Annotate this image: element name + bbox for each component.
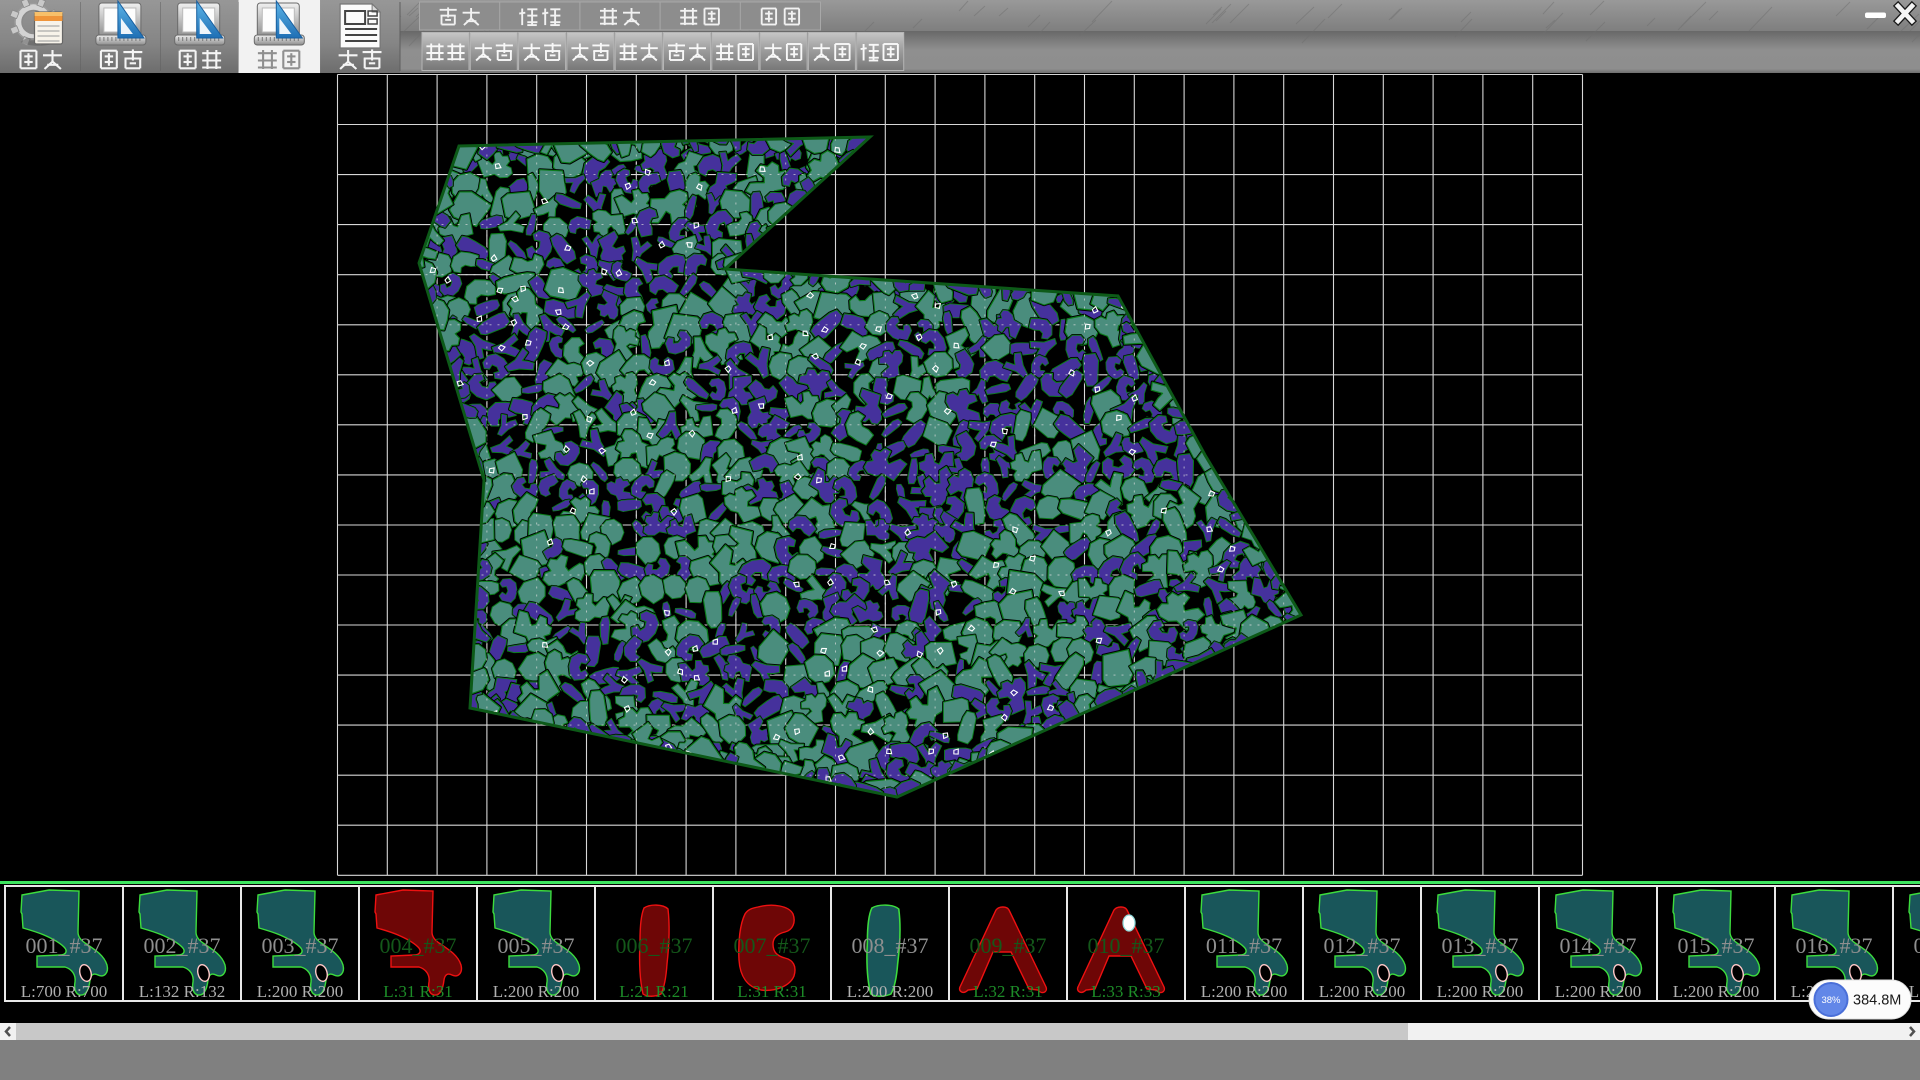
svg-text:014_#37: 014_#37 [1560, 933, 1637, 958]
svg-text:L:200 R:200: L:200 R:200 [1555, 982, 1641, 1001]
svg-text:L:200 R:200: L:200 R:200 [1437, 982, 1523, 1001]
svg-text:L:32 R:31: L:32 R:31 [973, 982, 1042, 1001]
svg-text:003_#37: 003_#37 [262, 933, 339, 958]
svg-text:L:200 R:200: L:200 R:200 [493, 982, 579, 1001]
svg-text:009_#37: 009_#37 [970, 933, 1047, 958]
svg-text:002_#37: 002_#37 [144, 933, 221, 958]
svg-text:013_#37: 013_#37 [1442, 933, 1519, 958]
svg-text:012_#37: 012_#37 [1324, 933, 1401, 958]
svg-text:L:31 R:31: L:31 R:31 [383, 982, 452, 1001]
svg-text:001_#37: 001_#37 [26, 933, 103, 958]
svg-text:L:200 R:200: L:200 R:200 [1319, 982, 1405, 1001]
svg-text:L:21 R:21: L:21 R:21 [619, 982, 688, 1001]
svg-text:015_#37: 015_#37 [1678, 933, 1755, 958]
svg-text:010_#37: 010_#37 [1088, 933, 1165, 958]
svg-text:006_#37: 006_#37 [616, 933, 693, 958]
svg-text:38%: 38% [1821, 995, 1841, 1006]
svg-text:005_#37: 005_#37 [498, 933, 575, 958]
svg-text:L:31 R:31: L:31 R:31 [737, 982, 806, 1001]
svg-text:004_#37: 004_#37 [380, 933, 457, 958]
svg-text:L:33 R:33: L:33 R:33 [1091, 982, 1160, 1001]
svg-text:007_#37: 007_#37 [734, 933, 811, 958]
svg-text:L:200 R:200: L:200 R:200 [1673, 982, 1759, 1001]
svg-text:016_#37: 016_#37 [1796, 933, 1873, 958]
svg-text:L:700 R:700: L:700 R:700 [21, 982, 107, 1001]
svg-text:011_#37: 011_#37 [1206, 933, 1282, 958]
svg-text:L:200 R:200: L:200 R:200 [257, 982, 343, 1001]
svg-text:008_#37: 008_#37 [852, 933, 929, 958]
svg-text:017_#37: 017_#37 [1914, 933, 1920, 958]
svg-text:384.8M: 384.8M [1853, 993, 1901, 1009]
svg-text:L:200 R:200: L:200 R:200 [1201, 982, 1287, 1001]
svg-text:L:132 R:132: L:132 R:132 [139, 982, 225, 1001]
svg-text:L:200 R:200: L:200 R:200 [847, 982, 933, 1001]
